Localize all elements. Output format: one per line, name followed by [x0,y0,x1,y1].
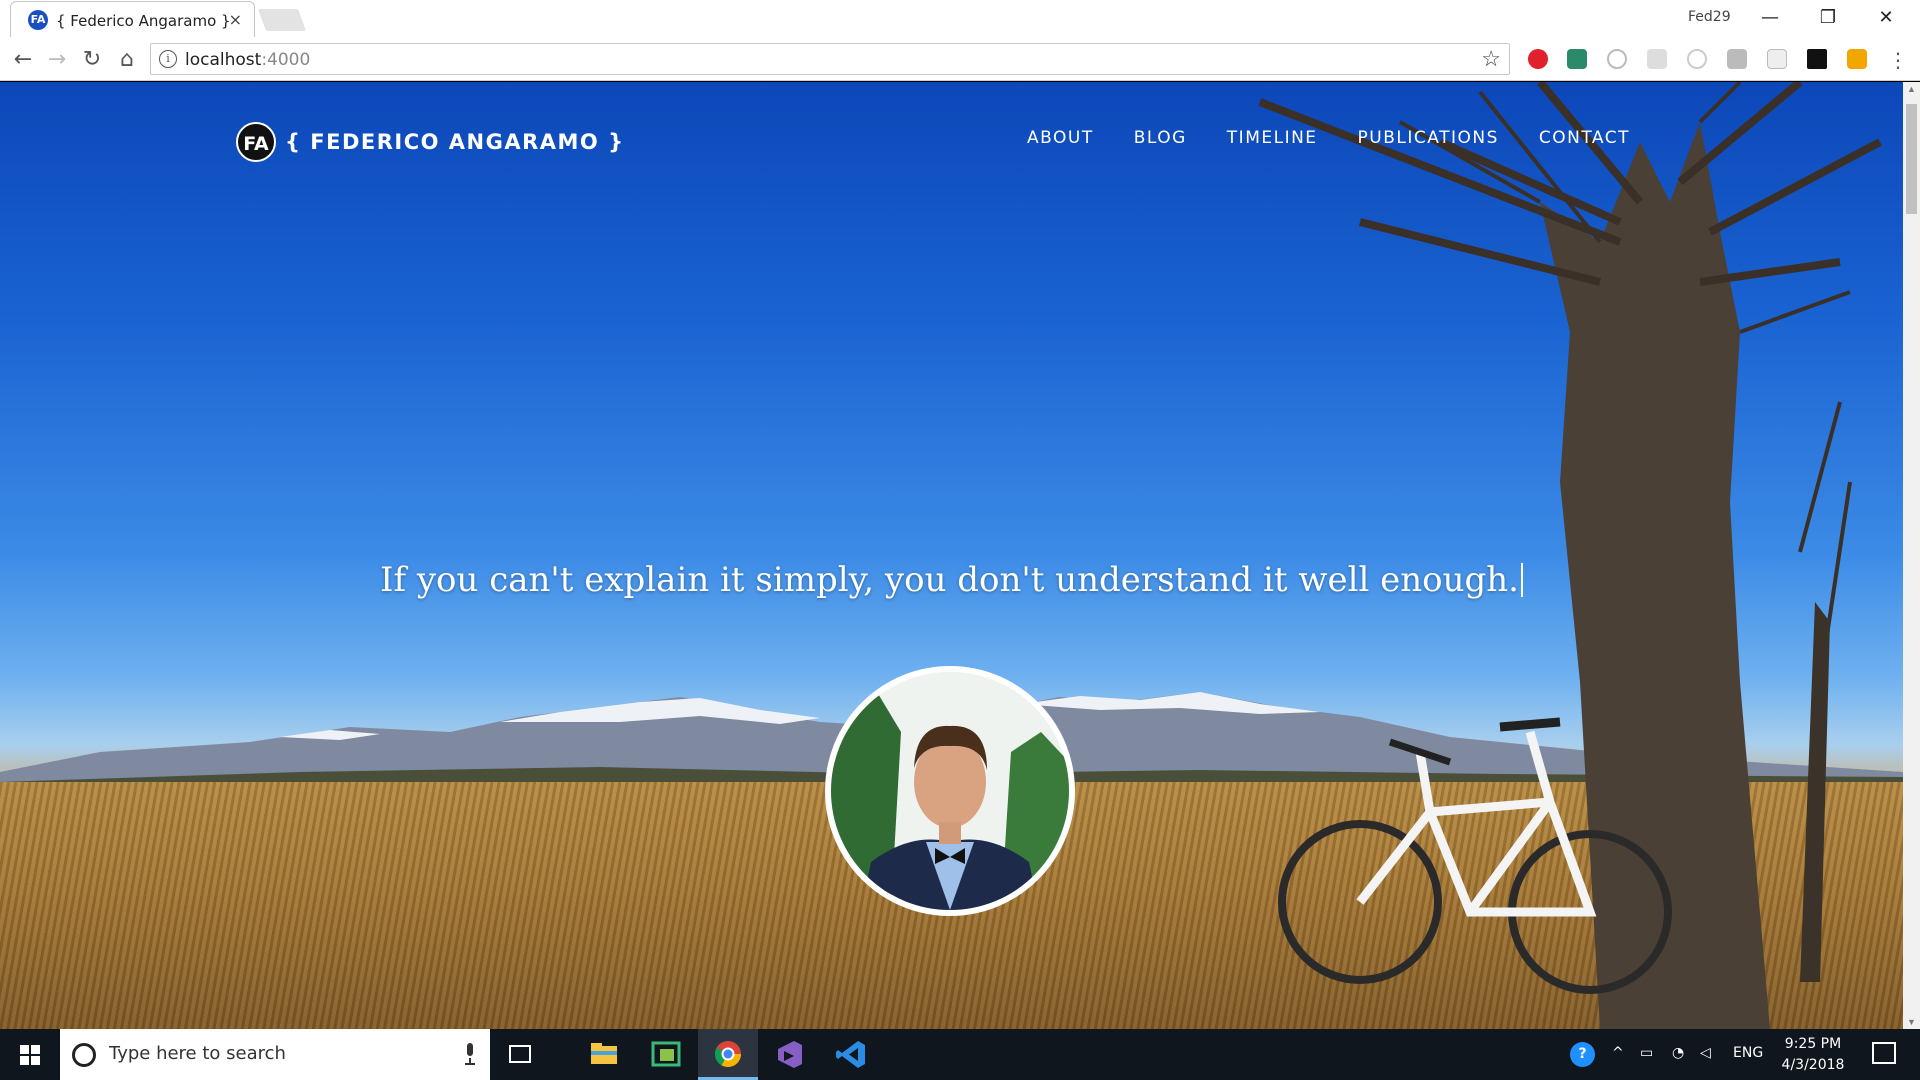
minimize-icon[interactable]: — [1750,4,1790,32]
hero-quote-text: If you can't explain it simply, you don'… [380,560,1519,600]
tray-chevron-icon[interactable]: ^ [1612,1045,1624,1061]
taskbar-store[interactable] [636,1029,696,1080]
tex-extension-icon[interactable] [1767,49,1787,69]
task-view-button[interactable] [490,1029,550,1080]
chrome-menu-icon[interactable]: ⋮ [1885,47,1911,73]
start-button[interactable] [0,1029,60,1080]
site-nav: ABOUT BLOG TIMELINE PUBLICATIONS CONTACT [1027,128,1630,148]
profile-photo [831,672,1069,910]
tab-close-icon[interactable]: × [229,10,242,29]
new-tab-button[interactable] [257,9,307,31]
opera-extension-icon[interactable] [1528,49,1548,69]
nav-blog[interactable]: BLOG [1134,128,1187,148]
wifi-icon[interactable]: ◔ [1672,1045,1684,1061]
fa-logo-icon[interactable]: FA [236,122,276,162]
store-icon [651,1041,681,1067]
taskbar-search[interactable]: Type here to search [60,1029,490,1080]
site-brand-name[interactable]: { FEDERICO ANGARAMO } [285,130,625,154]
clock-date: 4/3/2018 [1781,1057,1845,1073]
taskbar-visual-studio[interactable] [760,1029,820,1080]
nav-publications[interactable]: PUBLICATIONS [1358,128,1499,148]
visual-studio-icon [778,1041,802,1068]
url-port: :4000 [261,50,311,70]
browser-toolbar: ← → ↻ ⌂ i localhost:4000 ☆ ⋮ [0,37,1920,81]
nav-contact[interactable]: CONTACT [1539,128,1630,148]
scrollbar-thumb[interactable] [1906,104,1917,214]
address-bar-url: localhost:4000 [185,50,310,70]
home-icon[interactable]: ⌂ [114,47,140,73]
bicycle-illustration [1278,717,1672,994]
url-host: localhost [185,50,262,70]
bookmark-star-icon[interactable]: ☆ [1481,46,1501,72]
extension-icon-6[interactable] [1727,49,1747,69]
site-favicon-icon: FA [28,10,48,30]
help-icon[interactable]: ? [1570,1042,1595,1067]
clock-time: 9:25 PM [1784,1036,1842,1052]
extension-icon-4[interactable] [1647,49,1667,69]
forward-icon[interactable]: → [44,47,70,73]
page-scrollbar[interactable]: ▲ ▼ [1903,82,1920,1029]
window-close-icon[interactable]: ✕ [1866,4,1906,32]
address-bar[interactable]: i localhost:4000 ☆ [150,43,1510,75]
microphone-icon[interactable] [464,1043,476,1065]
back-icon[interactable]: ← [10,47,36,73]
battery-icon[interactable]: ▭ [1640,1045,1653,1061]
nav-timeline[interactable]: TIMELINE [1227,128,1318,148]
screenshot-extension-icon[interactable] [1567,49,1587,69]
taskbar-clock[interactable]: 9:25 PM 4/3/2018 [1768,1034,1858,1076]
hero-section: FA { FEDERICO ANGARAMO } ABOUT BLOG TIME… [0,82,1903,1029]
taskbar-file-explorer[interactable] [574,1029,634,1080]
nav-about[interactable]: ABOUT [1027,128,1094,148]
profile-avatar [825,666,1075,916]
task-view-icon [509,1045,531,1063]
puzzle-extension-icon[interactable] [1807,49,1827,69]
cortana-icon [72,1043,96,1067]
taskbar-search-placeholder: Type here to search [109,1043,286,1064]
hero-quote: If you can't explain it simply, you don'… [0,560,1903,600]
restore-icon[interactable]: ❐ [1808,4,1848,32]
extension-icon-3[interactable] [1607,49,1627,69]
scroll-down-icon[interactable]: ▼ [1906,1017,1917,1027]
notifications-icon[interactable] [1872,1042,1896,1064]
browser-tabstrip: FA { Federico Angaramo } × Fed29 — ❐ ✕ [0,0,1920,38]
extension-icon-9[interactable] [1847,49,1867,69]
extension-icon-5[interactable] [1687,49,1707,69]
windows-taskbar: Type here to search ? ^ ▭ ◔ ◁ ENG 9:25 P… [0,1029,1920,1080]
profile-name[interactable]: Fed29 [1688,9,1731,25]
tab-title: { Federico Angaramo } [56,12,231,30]
chrome-icon [714,1041,742,1068]
browser-tab[interactable]: FA { Federico Angaramo } × [10,1,255,38]
file-explorer-icon [591,1043,617,1064]
vscode-icon [836,1041,865,1068]
typing-cursor [1520,563,1523,597]
taskbar-vscode[interactable] [822,1029,882,1080]
windows-logo-icon [20,1045,40,1065]
taskbar-chrome[interactable] [698,1029,758,1080]
site-info-icon[interactable]: i [159,50,177,68]
site-brand[interactable]: FA { FEDERICO ANGARAMO } [236,122,625,162]
reload-icon[interactable]: ↻ [79,47,105,73]
volume-icon[interactable]: ◁ [1700,1045,1711,1061]
scroll-up-icon[interactable]: ▲ [1906,84,1917,94]
language-indicator[interactable]: ENG [1733,1045,1763,1061]
